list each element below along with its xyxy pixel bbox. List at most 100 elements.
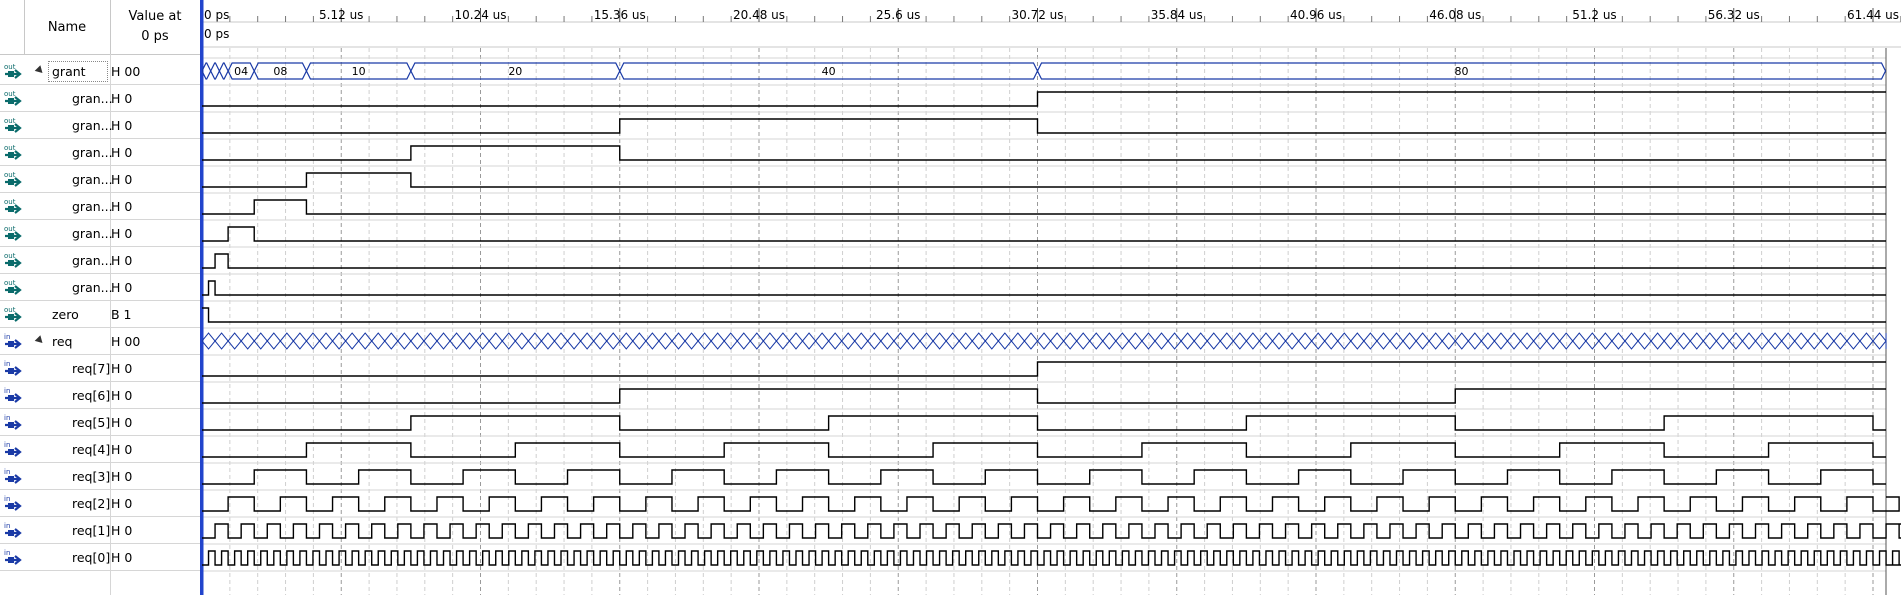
grant-bus-segment bbox=[210, 62, 221, 80]
req-3-wave bbox=[202, 469, 1886, 485]
svg-text:out: out bbox=[4, 90, 16, 98]
signal-row[interactable]: out gran... H 0 bbox=[0, 247, 200, 274]
req-1-wave bbox=[202, 523, 1901, 539]
signal-name: grant bbox=[52, 64, 86, 79]
req-5-wave bbox=[202, 415, 1886, 431]
name-column-header[interactable]: Name bbox=[24, 0, 111, 54]
signal-value: H 0 bbox=[111, 280, 133, 295]
output-pin-icon: out bbox=[3, 169, 23, 189]
header-spacer bbox=[0, 0, 25, 54]
signal-name: gran... bbox=[72, 199, 113, 214]
signal-value: H 0 bbox=[111, 415, 133, 430]
input-pin-icon: in bbox=[3, 547, 23, 567]
waveform-panel[interactable]: 0 ps 5.12 us 10.24 us 15.36 us 20.48 us 25.6 … bbox=[202, 0, 1901, 595]
signal-value: H 0 bbox=[111, 226, 133, 241]
output-pin-icon: out bbox=[3, 61, 23, 81]
ruler-tick-label: 10.24 us bbox=[454, 8, 506, 22]
ruler-tick-label: 15.36 us bbox=[594, 8, 646, 22]
output-pin-icon: out bbox=[3, 115, 23, 135]
ruler-tick-label: 5.12 us bbox=[319, 8, 363, 22]
signal-row-grant-bus[interactable]: out grant H 00 bbox=[0, 58, 200, 85]
signal-value: B 1 bbox=[111, 307, 132, 322]
signal-row[interactable]: in req[1] H 0 bbox=[0, 517, 200, 544]
waveform-canvas[interactable]: 0 ps 5.12 us 10.24 us 15.36 us 20.48 us 25.6 … bbox=[202, 0, 1901, 595]
signal-row[interactable]: in req[3] H 0 bbox=[0, 463, 200, 490]
signal-row[interactable]: in req[7] H 0 bbox=[0, 355, 200, 382]
collapse-triangle-icon[interactable] bbox=[34, 65, 46, 76]
req-6-wave bbox=[202, 388, 1886, 404]
input-pin-icon: in bbox=[3, 493, 23, 513]
signal-row[interactable]: in req[6] H 0 bbox=[0, 382, 200, 409]
input-pin-icon: in bbox=[3, 385, 23, 405]
grant-3-wave bbox=[202, 199, 1886, 215]
req-4-wave bbox=[202, 442, 1886, 458]
req-bus-wave bbox=[202, 332, 1887, 350]
signal-name: req[2] bbox=[72, 496, 111, 511]
ruler-tick-label: 61.44 us bbox=[1847, 8, 1899, 22]
svg-text:in: in bbox=[4, 360, 10, 368]
ruler-tick-label: 20.48 us bbox=[733, 8, 785, 22]
svg-text:out: out bbox=[4, 252, 16, 260]
output-pin-icon: out bbox=[3, 142, 23, 162]
signal-row[interactable]: out gran... H 0 bbox=[0, 166, 200, 193]
signal-name: gran... bbox=[72, 145, 113, 160]
grant-bus-value: 04 bbox=[234, 65, 248, 78]
ruler-tick-label: 56.32 us bbox=[1708, 8, 1760, 22]
signal-name: gran... bbox=[72, 226, 113, 241]
zero-wave bbox=[202, 307, 1886, 323]
input-pin-icon: in bbox=[3, 439, 23, 459]
collapse-triangle-icon[interactable] bbox=[34, 335, 46, 346]
svg-text:out: out bbox=[4, 306, 16, 314]
signal-name: gran... bbox=[72, 172, 113, 187]
signal-row[interactable]: in req[2] H 0 bbox=[0, 490, 200, 517]
signal-row[interactable]: out gran... H 0 bbox=[0, 139, 200, 166]
signal-name: req[1] bbox=[72, 523, 111, 538]
signal-row[interactable]: out gran... H 0 bbox=[0, 220, 200, 247]
grant-bus-value: 10 bbox=[352, 65, 366, 78]
signal-row[interactable]: in req[5] H 0 bbox=[0, 409, 200, 436]
svg-text:out: out bbox=[4, 171, 16, 179]
input-pin-icon: in bbox=[3, 520, 23, 540]
signal-value: H 0 bbox=[111, 361, 133, 376]
signal-row-req-bus[interactable]: in req H 00 bbox=[0, 328, 200, 355]
ruler-tick-label: 40.96 us bbox=[1290, 8, 1342, 22]
signal-row[interactable]: out gran... H 0 bbox=[0, 85, 200, 112]
svg-text:out: out bbox=[4, 117, 16, 125]
signal-value: H 00 bbox=[111, 334, 141, 349]
grant-6-wave bbox=[202, 118, 1886, 134]
output-pin-icon: out bbox=[3, 196, 23, 216]
signal-name: req[6] bbox=[72, 388, 111, 403]
input-pin-icon: in bbox=[3, 466, 23, 486]
signal-row[interactable]: out gran... H 0 bbox=[0, 274, 200, 301]
signal-row[interactable]: out gran... H 0 bbox=[0, 112, 200, 139]
grant-bus-segment bbox=[218, 62, 229, 80]
svg-text:in: in bbox=[4, 468, 10, 476]
svg-text:in: in bbox=[4, 495, 10, 503]
svg-text:in: in bbox=[4, 414, 10, 422]
grant-7-wave bbox=[202, 91, 1886, 107]
signal-row[interactable]: in req[0] H 0 bbox=[0, 544, 200, 571]
req-7-wave bbox=[202, 361, 1886, 377]
signal-row[interactable]: out gran... H 0 bbox=[0, 193, 200, 220]
signal-name: gran... bbox=[72, 280, 113, 295]
ruler-tick-label: 25.6 us bbox=[876, 8, 920, 22]
signal-name: req[5] bbox=[72, 415, 111, 430]
grant-bus-value: 40 bbox=[822, 65, 836, 78]
svg-text:out: out bbox=[4, 198, 16, 206]
signal-name: gran... bbox=[72, 253, 113, 268]
grant-4-wave bbox=[202, 172, 1886, 188]
signal-name: req[7] bbox=[72, 361, 111, 376]
value-column-header[interactable]: Value at 0 ps bbox=[110, 0, 200, 54]
signal-value: H 0 bbox=[111, 550, 133, 565]
svg-text:out: out bbox=[4, 279, 16, 287]
output-pin-icon: out bbox=[3, 277, 23, 297]
req-0-wave bbox=[202, 550, 1901, 566]
value-header-label: Value at bbox=[128, 9, 182, 24]
svg-text:in: in bbox=[4, 441, 10, 449]
signal-row[interactable]: in req[4] H 0 bbox=[0, 436, 200, 463]
signal-row[interactable]: out zero B 1 bbox=[0, 301, 200, 328]
ruler-tick-label: 51.2 us bbox=[1572, 8, 1616, 22]
ruler-tick-label: 35.84 us bbox=[1151, 8, 1203, 22]
ruler-tick-label: 0 ps bbox=[204, 8, 229, 22]
signal-name: gran... bbox=[72, 91, 113, 106]
